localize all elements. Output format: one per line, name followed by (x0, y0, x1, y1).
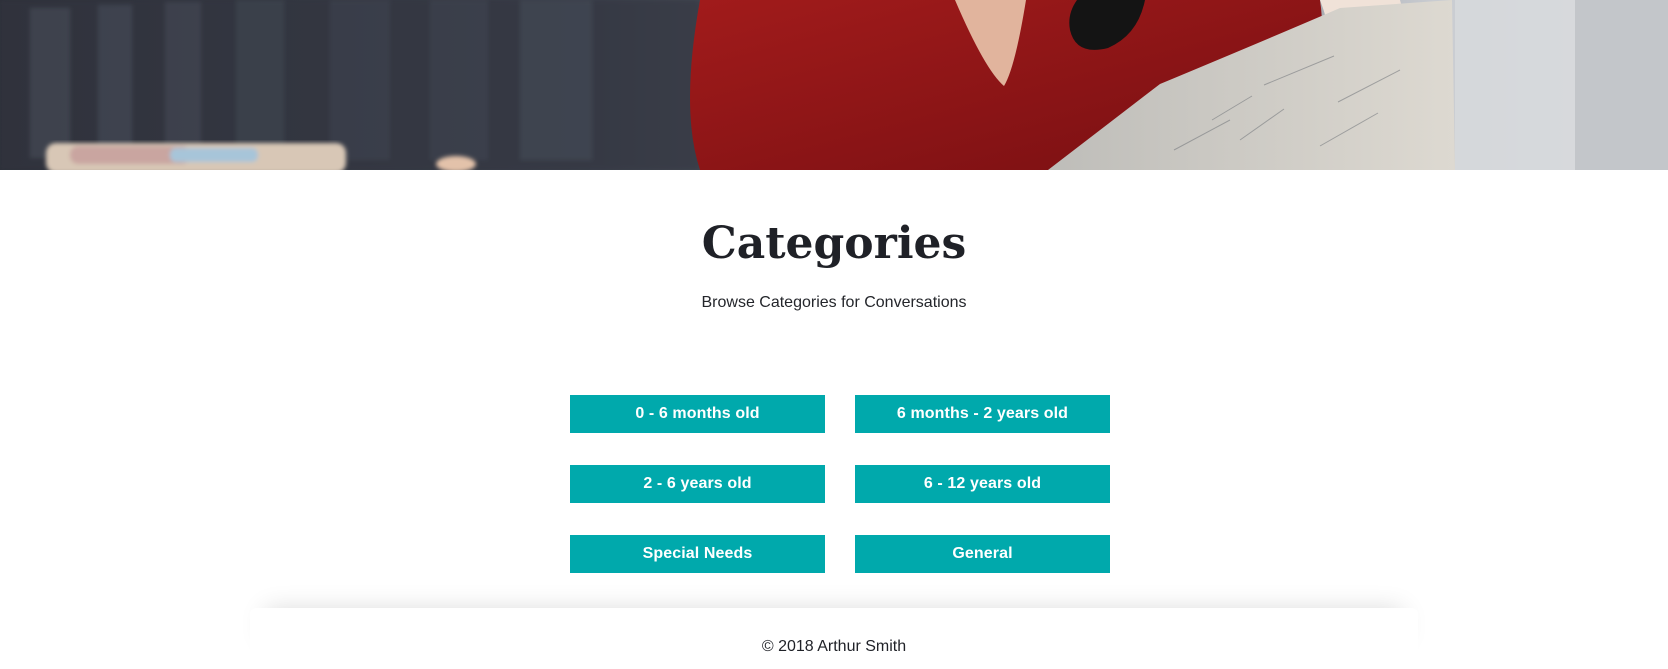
copyright-text: © 2018 Arthur Smith (761, 638, 907, 655)
hero-banner (0, 0, 1668, 170)
category-button-0-6-months[interactable]: 0 - 6 months old (570, 395, 825, 433)
category-button-general[interactable]: General (855, 535, 1110, 573)
category-button-6-months-2-years[interactable]: 6 months - 2 years old (855, 395, 1110, 433)
category-button-2-6-years[interactable]: 2 - 6 years old (570, 465, 825, 503)
category-button-special-needs[interactable]: Special Needs (570, 535, 825, 573)
hero-image (0, 0, 1668, 170)
footer: © 2018 Arthur Smith (0, 637, 1668, 657)
page-subtitle: Browse Categories for Conversations (701, 294, 967, 311)
page-title: Categories (701, 218, 967, 269)
categories-grid: 0 - 6 months old 6 months - 2 years old … (570, 395, 1111, 573)
category-button-6-12-years[interactable]: 6 - 12 years old (855, 465, 1110, 503)
main-content: Categories Browse Categories for Convers… (0, 170, 1668, 669)
